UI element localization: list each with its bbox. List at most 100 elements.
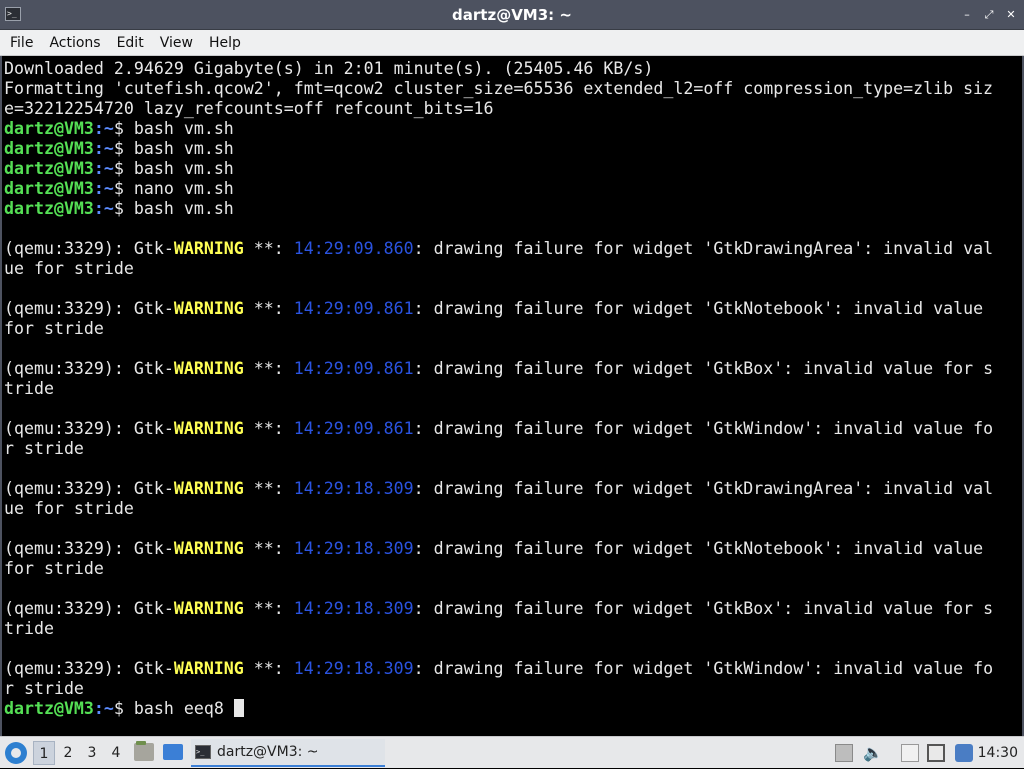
menu-actions[interactable]: Actions (41, 30, 108, 56)
update-notifier-icon[interactable] (955, 744, 973, 762)
warning-timestamp: 14:29:18.309 (293, 599, 414, 618)
prompt-symbol: $ (113, 199, 134, 218)
taskbar: 1 2 3 4 >_ dartz@VM3: ~ 🔈 14:30 (0, 736, 1024, 768)
terminal-scrollbar[interactable] (1016, 56, 1022, 736)
warning-separator: **: (243, 239, 294, 258)
output-text: tride (4, 619, 54, 638)
warning-keyword: WARNING (173, 299, 244, 318)
output-text: for stride (4, 559, 104, 578)
application-menu-icon[interactable] (5, 742, 27, 764)
workspace-3[interactable]: 3 (81, 741, 103, 765)
terminal-line: dartz@VM3:~$ bash vm.sh (4, 159, 1004, 179)
output-text: Formatting 'cutefish.qcow2', fmt=qcow2 c… (4, 79, 994, 98)
task-label: dartz@VM3: ~ (217, 744, 319, 760)
warning-keyword: WARNING (173, 479, 244, 498)
workspace-2[interactable]: 2 (57, 741, 79, 765)
terminal-line: r stride (4, 679, 1004, 699)
warning-separator: **: (243, 359, 294, 378)
warning-timestamp: 14:29:09.861 (293, 419, 414, 438)
menu-help[interactable]: Help (201, 30, 249, 56)
terminal-line: Formatting 'cutefish.qcow2', fmt=qcow2 c… (4, 79, 1004, 99)
file-manager-icon[interactable] (134, 741, 154, 761)
warning-message: : drawing failure for widget 'GtkBox': i… (413, 359, 994, 378)
command-text: bash eeq8 (133, 699, 234, 718)
command-text: bash vm.sh (133, 119, 234, 138)
terminal-line: for stride (4, 319, 1004, 339)
workspace-1[interactable]: 1 (33, 741, 55, 765)
clock[interactable]: 14:30 (978, 737, 1018, 769)
terminal-line: dartz@VM3:~$ nano vm.sh (4, 179, 1004, 199)
prompt-user: dartz@VM3 (4, 199, 94, 218)
network-icon[interactable] (927, 744, 945, 762)
terminal-output: Downloaded 2.94629 Gigabyte(s) in 2:01 m… (4, 59, 1004, 719)
terminal-line: for stride (4, 559, 1004, 579)
prompt-path: :~ (93, 159, 114, 178)
prompt-path: :~ (93, 699, 114, 718)
terminal-line: (qemu:3329): Gtk-WARNING **: 14:29:09.86… (4, 239, 1004, 259)
notes-icon[interactable] (901, 744, 919, 762)
window-titlebar[interactable]: >_ dartz@VM3: ~ – ⤢ ✕ (0, 0, 1024, 30)
window-title: dartz@VM3: ~ (452, 6, 572, 24)
output-text: ue for stride (4, 259, 134, 278)
terminal-line: ue for stride (4, 259, 1004, 279)
warning-prefix: (qemu:3329): Gtk- (4, 659, 174, 678)
warning-prefix: (qemu:3329): Gtk- (4, 599, 174, 618)
menu-file[interactable]: File (2, 30, 41, 56)
terminal-line: dartz@VM3:~$ bash vm.sh (4, 199, 1004, 219)
warning-separator: **: (243, 479, 294, 498)
terminal-line: dartz@VM3:~$ bash vm.sh (4, 139, 1004, 159)
prompt-user: dartz@VM3 (4, 119, 94, 138)
menu-bar: File Actions Edit View Help (0, 30, 1024, 56)
terminal-line: dartz@VM3:~$ bash eeq8 (4, 699, 1004, 719)
prompt-user: dartz@VM3 (4, 139, 94, 158)
warning-prefix: (qemu:3329): Gtk- (4, 239, 174, 258)
text-cursor (233, 699, 244, 717)
menu-edit[interactable]: Edit (109, 30, 152, 56)
terminal-line: (qemu:3329): Gtk-WARNING **: 14:29:18.30… (4, 539, 1004, 559)
command-text: bash vm.sh (133, 139, 234, 158)
taskbar-task-terminal[interactable]: >_ dartz@VM3: ~ (191, 739, 385, 767)
command-text: nano vm.sh (133, 179, 234, 198)
volume-icon[interactable]: 🔈 (863, 744, 883, 762)
warning-prefix: (qemu:3329): Gtk- (4, 419, 174, 438)
warning-prefix: (qemu:3329): Gtk- (4, 299, 174, 318)
warning-separator: **: (243, 539, 294, 558)
close-button[interactable]: ✕ (1004, 8, 1018, 22)
terminal-line: e=32212254720 lazy_refcounts=off refcoun… (4, 99, 1004, 119)
clipboard-icon[interactable] (835, 744, 853, 762)
warning-timestamp: 14:29:09.861 (293, 359, 414, 378)
warning-message: : drawing failure for widget 'GtkWindow'… (413, 419, 994, 438)
window-controls: – ⤢ ✕ (960, 0, 1018, 30)
terminal-area[interactable]: Downloaded 2.94629 Gigabyte(s) in 2:01 m… (0, 56, 1024, 736)
output-text: r stride (4, 439, 84, 458)
prompt-user: dartz@VM3 (4, 699, 94, 718)
warning-keyword: WARNING (173, 359, 244, 378)
output-text: e=32212254720 lazy_refcounts=off refcoun… (4, 99, 494, 118)
warning-keyword: WARNING (173, 539, 244, 558)
warning-timestamp: 14:29:09.860 (293, 239, 414, 258)
output-text: ue for stride (4, 499, 134, 518)
menu-view[interactable]: View (152, 30, 201, 56)
prompt-user: dartz@VM3 (4, 159, 94, 178)
show-desktop-icon[interactable] (163, 744, 183, 760)
warning-keyword: WARNING (173, 239, 244, 258)
minimize-button[interactable]: – (960, 8, 974, 22)
warning-timestamp: 14:29:09.861 (293, 299, 414, 318)
terminal-line: (qemu:3329): Gtk-WARNING **: 14:29:09.86… (4, 299, 1004, 319)
terminal-task-icon: >_ (195, 745, 211, 759)
prompt-user: dartz@VM3 (4, 179, 94, 198)
output-text: tride (4, 379, 54, 398)
command-text: bash vm.sh (133, 199, 234, 218)
prompt-path: :~ (93, 199, 114, 218)
terminal-line: (qemu:3329): Gtk-WARNING **: 14:29:18.30… (4, 599, 1004, 619)
workspace-4[interactable]: 4 (105, 741, 127, 765)
prompt-path: :~ (93, 119, 114, 138)
warning-prefix: (qemu:3329): Gtk- (4, 539, 174, 558)
warning-keyword: WARNING (173, 419, 244, 438)
restore-button[interactable]: ⤢ (982, 8, 996, 22)
